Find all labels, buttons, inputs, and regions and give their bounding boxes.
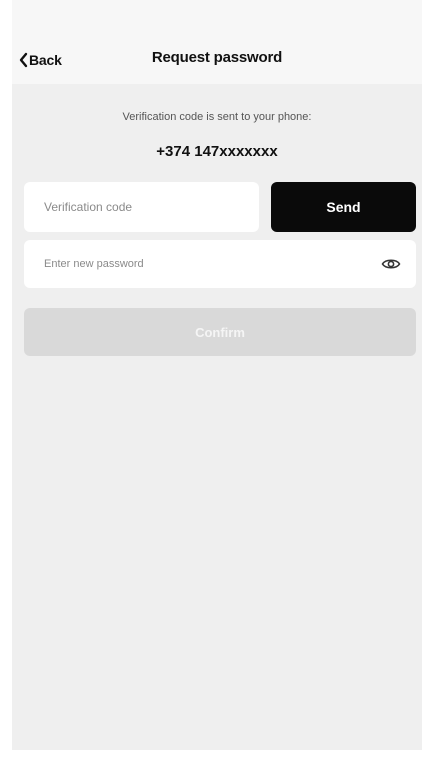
confirm-button[interactable]: Confirm [24, 308, 416, 356]
main-content: Verification code is sent to your phone:… [12, 84, 422, 750]
verification-info-text: Verification code is sent to your phone: [122, 111, 312, 123]
request-password-screen: Back Request password Verification code … [0, 0, 434, 762]
page-title: Request password [151, 49, 283, 66]
verification-code-field [24, 182, 259, 232]
new-password-field [24, 240, 416, 288]
verification-code-input[interactable] [24, 182, 259, 232]
send-button[interactable]: Send [271, 182, 416, 232]
show-password-toggle[interactable] [380, 253, 402, 275]
phone-number: +374 147xxxxxxx [156, 143, 278, 160]
new-password-input[interactable] [24, 240, 364, 288]
eye-icon [381, 259, 401, 269]
header: Back Request password [12, 0, 422, 84]
